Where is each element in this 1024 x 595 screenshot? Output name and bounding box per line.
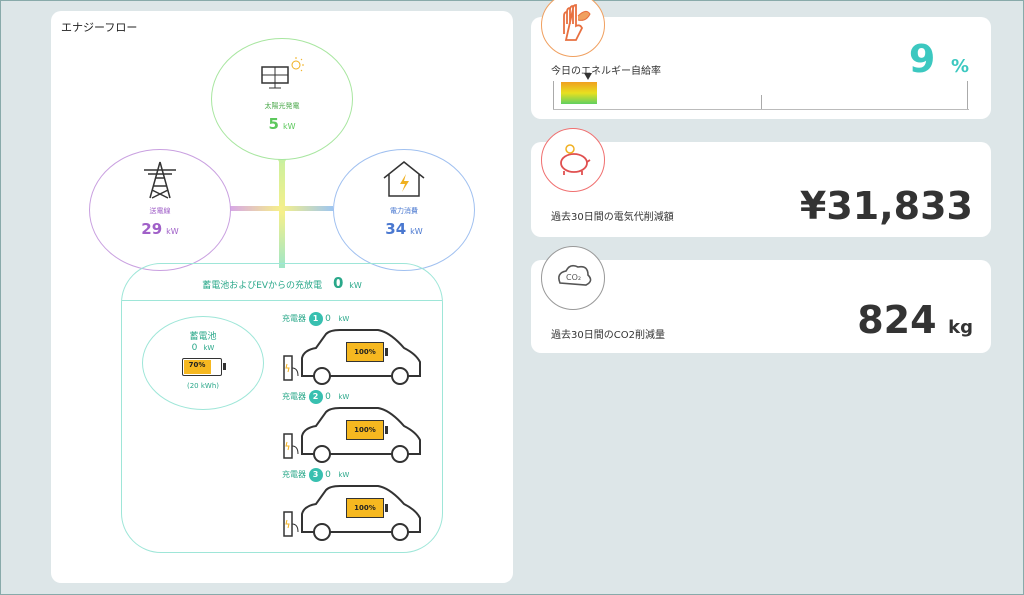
co2-cloud-icon: CO₂ [541,246,605,310]
battery-value: 0 kW [191,343,215,353]
charger-2: 充電器 2 0 kW 100% [282,390,432,464]
ev-battery-3: 100% [346,498,388,518]
self-sufficiency-label: 今日のエネルギー自給率 [551,66,661,77]
svg-text:CO₂: CO₂ [566,273,581,282]
savings-label: 過去30日間の電気代削減額 [551,212,674,223]
battery-level: 70% [188,361,206,369]
leaf-hand-icon [541,0,605,57]
solar-node: 太陽光発電 5 kW [211,38,353,160]
solar-label: 太陽光発電 [264,102,300,110]
storage-box: 蓄電池およびEVからの充放電 0 kW 蓄電池 0 kW 70% (20 kWh)… [121,263,443,553]
self-sufficiency-value: 9 % [908,37,969,81]
grid-node: 送電線 29 kW [89,149,231,271]
charger-3-header: 充電器 3 0 kW [282,468,350,482]
co2-label: 過去30日間のCO2削減量 [551,330,665,341]
self-sufficiency-gauge [553,73,969,113]
savings-value: ¥31,833 [799,184,973,228]
battery-tip [223,363,226,370]
charger-1: 充電器 1 0 kW 100% [282,312,432,386]
grid-label: 送電線 [149,207,171,215]
consumption-value: 34 kW [385,220,423,238]
ev-battery-2: 100% [346,420,388,440]
charger-3: 充電器 3 0 kW 100% [282,468,432,542]
battery-capacity: (20 kWh) [186,382,219,390]
energy-flow-panel: エナジーフロー 太陽光発電 5 kW 送電線 29 kW 電力消費 34 kW … [51,11,513,583]
gauge-fill [561,82,597,104]
storage-divider [122,300,442,301]
battery-icon: 70% [182,358,226,376]
solar-panel-icon [261,57,304,89]
charger-2-header: 充電器 2 0 kW [282,390,350,404]
power-tower-icon [144,161,176,199]
solar-value: 5 kW [268,115,296,133]
storage-header: 蓄電池およびEVからの充放電 0 kW [202,274,362,292]
consumption-label: 電力消費 [390,207,418,215]
consumption-node: 電力消費 34 kW [333,149,475,271]
piggy-bank-icon [541,128,605,192]
grid-value: 29 kW [141,220,179,238]
battery-label: 蓄電池 [189,332,217,342]
gauge-marker-icon [584,73,592,80]
co2-value: 824 kg [857,298,973,342]
house-icon [383,161,425,197]
battery-node: 蓄電池 0 kW 70% (20 kWh) [142,316,264,410]
charger-1-header: 充電器 1 0 kW [282,312,350,326]
ev-battery-1: 100% [346,342,388,362]
